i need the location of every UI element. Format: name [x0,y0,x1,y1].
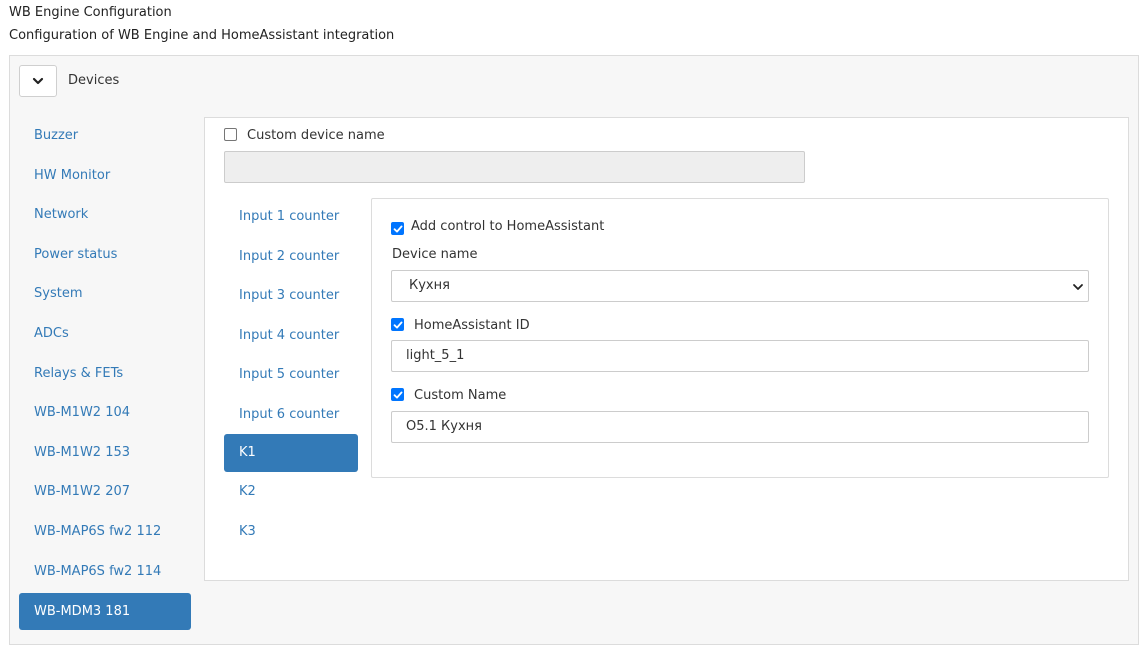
device-item[interactable]: System [19,274,191,314]
custom-device-name-input[interactable] [224,151,805,183]
custom-name-checkbox[interactable] [391,388,404,401]
checkmark-icon [393,225,402,232]
add-control-checkbox[interactable] [391,222,404,235]
device-name-label: Device name [392,247,478,262]
device-list: Buzzer HW Monitor Network Power status S… [19,116,191,631]
custom-name-input[interactable]: O5.1 Кухня [391,411,1089,443]
custom-device-name-checkbox[interactable] [224,128,237,141]
checkmark-icon [393,321,402,328]
checkmark-icon [393,391,402,398]
channel-item-active[interactable]: K1 [224,434,358,472]
section-title: Devices [68,73,120,88]
device-item[interactable]: Network [19,195,191,235]
page-title: WB Engine Configuration [9,5,172,20]
ha-id-label: HomeAssistant ID [414,318,530,333]
device-item[interactable]: Buzzer [19,116,191,156]
channel-item[interactable]: K2 [224,472,358,512]
channel-item[interactable]: K3 [224,512,358,552]
chevron-down-icon [1073,284,1083,290]
device-item-active[interactable]: WB-MDM3 181 [19,593,191,631]
channel-item[interactable]: Input 6 counter [224,395,358,435]
channel-item[interactable]: Input 3 counter [224,276,358,316]
channel-item[interactable]: Input 4 counter [224,316,358,356]
ha-id-checkbox[interactable] [391,318,404,331]
device-item[interactable]: WB-M1W2 104 [19,393,191,433]
device-item[interactable]: Power status [19,235,191,275]
device-name-select[interactable]: Кухня [391,270,1089,302]
device-item[interactable]: WB-M1W2 153 [19,433,191,473]
custom-name-label: Custom Name [414,388,507,403]
channel-item[interactable]: Input 1 counter [224,197,358,237]
channel-list: Input 1 counter Input 2 counter Input 3 … [224,197,358,551]
channel-item[interactable]: Input 5 counter [224,355,358,395]
device-name-select-value: Кухня [409,278,450,293]
ha-id-input[interactable]: light_5_1 [391,340,1089,372]
device-item[interactable]: WB-MAP6S fw2 112 [19,512,191,552]
custom-device-name-label: Custom device name [247,128,385,143]
chevron-down-icon [32,77,44,85]
device-item[interactable]: Relays & FETs [19,354,191,394]
device-item[interactable]: WB-MAP6S fw2 114 [19,552,191,592]
collapse-button[interactable] [19,65,57,97]
page-subtitle: Configuration of WB Engine and HomeAssis… [9,28,395,43]
add-control-label: Add control to HomeAssistant [411,219,605,234]
device-item[interactable]: WB-M1W2 207 [19,472,191,512]
channel-item[interactable]: Input 2 counter [224,237,358,277]
device-item[interactable]: ADCs [19,314,191,354]
device-item[interactable]: HW Monitor [19,156,191,196]
